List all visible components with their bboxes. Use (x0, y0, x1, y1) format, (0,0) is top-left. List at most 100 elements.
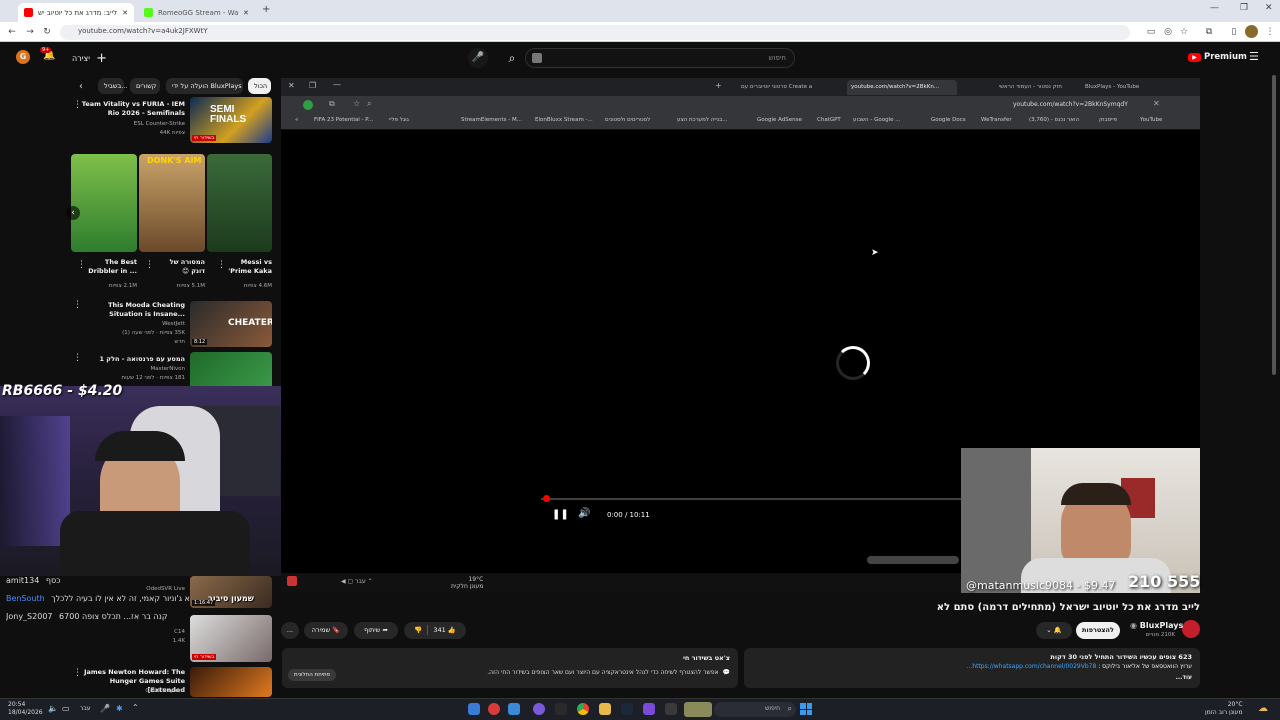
sidepanel-icon[interactable]: ▯ (1228, 26, 1240, 38)
inner-bookmarks-bar: « FIFA 23 Potential - P... גוגל פליי Str… (281, 114, 1200, 130)
minimize-icon[interactable]: — (1210, 3, 1219, 13)
video-thumbnail[interactable] (190, 667, 272, 697)
hamburger-menu-icon[interactable]: ☰ (1249, 50, 1259, 63)
chip-for-you[interactable]: בשביל... (98, 78, 127, 94)
video-thumbnail[interactable]: שמעון סיבוב 1:16:47 (190, 576, 272, 608)
new-tab-icon[interactable]: + (262, 4, 270, 15)
more-options-icon[interactable]: ⋮ (145, 260, 154, 270)
notification-bell-button[interactable]: ⌄ 🔔 (1036, 622, 1072, 639)
mic-tray-icon[interactable]: 🎤 (100, 704, 110, 713)
dislike-icon[interactable]: 👎 (414, 626, 422, 634)
menu-dots-icon[interactable]: ⋮ (1264, 26, 1276, 38)
channel-name[interactable]: ◉ BluxPlays (1130, 621, 1183, 630)
open-chat-button[interactable]: פתיחת החלונית (288, 669, 337, 681)
forward-icon[interactable]: → (24, 26, 36, 38)
close-icon[interactable]: ✕ (122, 9, 128, 17)
video-title[interactable]: Team Vitality vs FURIA - IEM Rio 2026 - … (80, 100, 185, 118)
search-icon[interactable]: ⌕ (502, 48, 522, 68)
maximize-icon[interactable]: ❐ (1240, 3, 1248, 13)
profile-avatar[interactable] (1245, 25, 1258, 38)
show-more-link[interactable]: עוד... (1176, 674, 1192, 681)
scrollbar-thumb[interactable] (1272, 75, 1276, 375)
display-tray-icon[interactable]: ▭ (62, 704, 70, 713)
language-indicator[interactable]: עבר (80, 705, 91, 712)
video-thumbnail[interactable]: SEMI FINALS בשידור חי (190, 97, 272, 143)
create-button[interactable]: יצירה + (72, 51, 107, 66)
short-title[interactable]: Messi vs 'Prime Kaka (228, 258, 272, 276)
chip-uploaded-by[interactable]: הועלה על ידי BluxPlays (166, 78, 243, 94)
short-thumbnail[interactable] (71, 154, 137, 252)
app-icon-terminal[interactable] (665, 703, 677, 715)
video-channel[interactable]: ESL Counter-Strike (80, 121, 185, 127)
short-thumbnail[interactable]: DONK'S AIM (139, 154, 205, 252)
subscribe-button[interactable]: להצטרפות (1076, 622, 1120, 639)
star-icon[interactable]: ☆ (1178, 26, 1190, 38)
youtube-premium-logo[interactable]: ▶ Premium (1188, 52, 1247, 62)
short-thumbnail[interactable] (207, 154, 272, 252)
voice-search-icon[interactable]: 🎤 (468, 48, 488, 68)
more-options-icon[interactable]: ⋮ (73, 668, 82, 678)
chip-related[interactable]: קשורים (130, 78, 160, 94)
more-options-icon[interactable]: ⋮ (217, 260, 226, 270)
video-channel[interactable]: MasterNivon (80, 366, 185, 372)
app-icon-record[interactable] (488, 703, 500, 715)
app-icon-obs[interactable] (643, 703, 655, 715)
more-options-icon[interactable]: ⋮ (73, 300, 82, 310)
app-icon-discord[interactable] (533, 703, 545, 715)
weather-widget[interactable]: 20°C מעונן רוב הזמן (1205, 701, 1243, 717)
whatsapp-link[interactable]: https://whatsapp.com/channel/0029Vb78... (967, 663, 1097, 670)
tab-youtube-live[interactable]: לייב: מדרג את כל יוטיוב ישראל (298) ✕ (18, 3, 134, 22)
account-avatar[interactable]: G (16, 50, 30, 64)
share-button[interactable]: שיתוף ➦ (354, 622, 398, 639)
chevron-left-icon[interactable]: ‹ (79, 81, 83, 92)
bluetooth-tray-icon[interactable]: ✱ (116, 704, 123, 713)
description-box[interactable]: 623 צופים עכשיו השידור התחיל לפני 30 דקו… (744, 648, 1200, 688)
channel-avatar[interactable] (1182, 620, 1200, 638)
page-scrollbar[interactable] (1271, 75, 1277, 695)
volume-tray-icon[interactable]: 🔈 (48, 704, 58, 713)
eye-off-icon[interactable]: ◎ (1162, 26, 1174, 38)
close-icon[interactable]: ✕ (243, 9, 249, 17)
chrome-icon[interactable] (577, 703, 589, 715)
video-thumbnail[interactable]: בשידור חי (190, 615, 272, 662)
app-icon-headset[interactable] (555, 703, 567, 715)
video-channel[interactable]: OdedSVR Live (100, 586, 185, 592)
keyboard-icon[interactable] (532, 53, 542, 63)
chip-all[interactable]: הכול (248, 78, 271, 94)
more-options-icon[interactable]: ⋮ (73, 353, 82, 363)
url-input[interactable]: youtube.com/watch?v=a4uk2JFXWtY (60, 25, 1130, 40)
short-title[interactable]: המסורה של דונק 😊 (158, 258, 205, 276)
back-icon[interactable]: ← (6, 26, 18, 38)
more-options-icon[interactable]: ⋮ (73, 100, 82, 110)
like-icon[interactable]: 👍 (448, 626, 456, 634)
like-dislike-button[interactable]: 👎 341 👍 (404, 622, 466, 639)
extensions-icon[interactable]: ⧉ (1203, 26, 1215, 38)
folder-icon[interactable] (599, 703, 611, 715)
tray-overflow-icon[interactable]: ⌃ (132, 703, 139, 712)
more-actions-button[interactable]: ... (281, 622, 299, 639)
taskbar-search-input[interactable]: חיפוש ⌕ (714, 702, 796, 717)
steam-icon[interactable] (621, 703, 633, 715)
shorts-prev-icon[interactable]: ‹ (66, 206, 80, 220)
inner-weather: 19°C מעונן חלקית (451, 576, 484, 590)
video-channel[interactable]: WestJett (80, 321, 185, 327)
video-title[interactable]: This Mooda Cheating Situation is Insane.… (80, 301, 185, 319)
live-chat-title: צ'אט בשידור חי (682, 654, 730, 662)
search-input[interactable]: חיפוש (525, 48, 795, 68)
windows-start-icon[interactable] (800, 703, 812, 715)
short-title[interactable]: The Best Dribbler in ... (87, 258, 137, 276)
video-thumbnail[interactable]: CHEATER? 8:12 (190, 301, 272, 347)
video-channel[interactable]: C14 (100, 629, 185, 635)
video-title[interactable]: המסע עם פרנסואה - חלק 1 (80, 355, 185, 363)
app-icon-chat[interactable] (508, 703, 520, 715)
video-channel[interactable]: Gilles Nuytens (80, 688, 185, 694)
app-icon-files[interactable] (468, 703, 480, 715)
tab-romeogg-stream[interactable]: RomeoGG Stream - Watch Live ✕ (138, 3, 260, 22)
cast-icon[interactable]: ▭ (1145, 26, 1157, 38)
clock[interactable]: 20:54 18/04/2026 (8, 701, 43, 717)
game-thumbnail-icon[interactable] (684, 702, 712, 717)
window-close-icon[interactable]: ✕ (1265, 3, 1273, 13)
save-button[interactable]: שמירה 🔖 (304, 622, 348, 639)
more-options-icon[interactable]: ⋮ (77, 260, 86, 270)
reload-icon[interactable]: ↻ (41, 26, 53, 38)
